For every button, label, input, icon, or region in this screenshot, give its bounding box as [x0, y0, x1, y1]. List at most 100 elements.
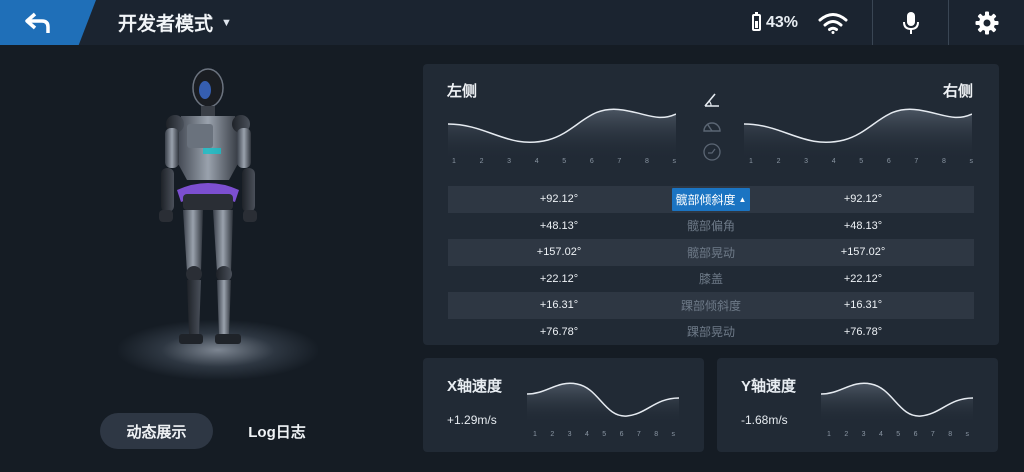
tick-label: 6	[913, 431, 918, 438]
tick-label: 1	[452, 158, 456, 165]
y-speed-title: Y轴速度	[741, 378, 797, 395]
tick-label: 3	[507, 158, 512, 165]
tick-label: 6	[589, 158, 594, 165]
speed-view-button[interactable]	[701, 143, 723, 161]
microphone-button[interactable]	[873, 0, 948, 45]
right-value: +76.78°	[843, 325, 883, 338]
tick-label: 2	[844, 431, 849, 438]
log-button[interactable]: Log日志	[225, 413, 329, 449]
tick-label: s	[969, 158, 974, 165]
back-button[interactable]	[0, 0, 96, 45]
left-side-label: 左侧	[447, 83, 478, 100]
y-speed-ticks: 1 2 3 4 5 6 7 8 s	[827, 431, 969, 438]
tick-label: 5	[562, 158, 567, 165]
gauge-icon	[703, 122, 721, 132]
tick-label: 4	[584, 431, 589, 438]
y-speed-panel: Y轴速度 -1.68m/s 1 2 3 4 5 6 7 8 s	[717, 358, 998, 452]
speedometer-icon	[703, 143, 721, 161]
joint-name: 髋部偏角	[686, 219, 735, 234]
triangle-up-icon: ▲	[738, 194, 747, 204]
table-row[interactable]: +48.13° 髋部偏角 +48.13°	[448, 213, 974, 240]
settings-button[interactable]	[949, 0, 1024, 45]
table-row[interactable]: +92.12° 髋部倾斜度 ▲ +92.12°	[448, 186, 974, 213]
joint-name: 髋部晃动	[686, 245, 735, 260]
tick-label: 7	[914, 158, 919, 165]
joint-name: 膝盖	[698, 272, 723, 287]
joint-table: +92.12° 髋部倾斜度 ▲ +92.12° +48.13° 髋部偏角 +48…	[448, 186, 974, 345]
tick-label: 1	[749, 158, 753, 165]
y-speed-value: -1.68m/s	[741, 413, 788, 427]
back-arrow-icon	[25, 12, 50, 33]
joint-name: 踝部倾斜度	[680, 298, 741, 313]
tick-label: 5	[602, 431, 607, 438]
robot-image	[159, 68, 257, 344]
gauge-view-button[interactable]	[701, 117, 723, 135]
right-side-label: 右侧	[942, 83, 973, 100]
tick-label: 5	[896, 431, 901, 438]
tick-label: 4	[831, 158, 836, 165]
right-value: +16.31°	[843, 299, 883, 312]
selected-joint-label[interactable]: 髋部倾斜度 ▲	[671, 187, 751, 211]
tick-label: s	[965, 431, 970, 438]
left-value: +48.13°	[539, 219, 579, 232]
caret-down-icon: ▼	[221, 16, 232, 29]
tick-label: s	[672, 158, 677, 165]
left-wave-ticks: 1 2 3 4 5 6 7 8 s	[452, 158, 676, 165]
tick-label: 8	[941, 158, 946, 165]
status-area: 43%	[751, 0, 1024, 45]
mode-dropdown[interactable]: 开发者模式 ▼	[118, 9, 232, 36]
tick-label: 2	[550, 431, 555, 438]
tick-label: 1	[827, 431, 831, 438]
dynamic-display-label: 动态展示	[126, 423, 187, 441]
tick-label: s	[671, 431, 676, 438]
right-value: +157.02°	[840, 246, 886, 259]
battery-icon	[751, 12, 761, 31]
tick-label: 2	[479, 158, 484, 165]
tick-label: 3	[861, 431, 866, 438]
joint-panel: 左侧 右侧 1 2 3 4 5 6 7 8 s 1 2 3 4 5 6 7 8 …	[423, 64, 999, 345]
mode-title: 开发者模式	[118, 14, 214, 35]
wifi-icon	[818, 12, 848, 34]
angle-icon	[704, 93, 719, 107]
tick-label: 1	[533, 431, 537, 438]
tick-label: 6	[619, 431, 624, 438]
right-value: +48.13°	[843, 219, 883, 232]
table-row[interactable]: +157.02° 髋部晃动 +157.02°	[448, 239, 974, 266]
right-value: +92.12°	[843, 193, 883, 206]
left-value: +76.78°	[539, 325, 579, 338]
x-speed-ticks: 1 2 3 4 5 6 7 8 s	[533, 431, 675, 438]
tick-label: 7	[930, 431, 935, 438]
tick-label: 5	[859, 158, 864, 165]
tick-label: 4	[878, 431, 883, 438]
table-row[interactable]: +16.31° 踝部倾斜度 +16.31°	[448, 292, 974, 319]
tick-label: 7	[617, 158, 622, 165]
battery-percent: 43%	[765, 13, 798, 31]
top-bar: 开发者模式 ▼ 43%	[0, 0, 1024, 45]
left-value: +157.02°	[536, 246, 582, 259]
y-speed-graph	[821, 382, 973, 424]
right-wave-ticks: 1 2 3 4 5 6 7 8 s	[749, 158, 973, 165]
angle-view-button[interactable]	[701, 91, 723, 109]
dynamic-display-button[interactable]: 动态展示	[100, 413, 213, 449]
tick-label: 6	[886, 158, 891, 165]
log-label: Log日志	[248, 423, 306, 441]
table-row[interactable]: +76.78° 踝部晃动 +76.78°	[448, 319, 974, 346]
tick-label: 8	[654, 431, 659, 438]
microphone-icon	[902, 11, 919, 34]
tick-label: 3	[804, 158, 809, 165]
right-value: +22.12°	[843, 272, 883, 285]
view-mode-icons	[697, 91, 727, 161]
table-row[interactable]: +22.12° 膝盖 +22.12°	[448, 266, 974, 293]
joint-name: 髋部倾斜度	[675, 192, 736, 207]
joint-name-cell: 髋部倾斜度 ▲	[670, 187, 752, 211]
x-speed-graph	[527, 382, 679, 424]
tick-label: 4	[534, 158, 539, 165]
tick-label: 2	[776, 158, 781, 165]
joint-name: 踝部晃动	[686, 325, 735, 340]
x-speed-value: +1.29m/s	[447, 413, 497, 427]
left-value: +16.31°	[539, 299, 579, 312]
tick-label: 7	[636, 431, 641, 438]
battery-status: 43%	[751, 12, 798, 32]
tick-label: 8	[948, 431, 953, 438]
left-value: +92.12°	[539, 193, 579, 206]
